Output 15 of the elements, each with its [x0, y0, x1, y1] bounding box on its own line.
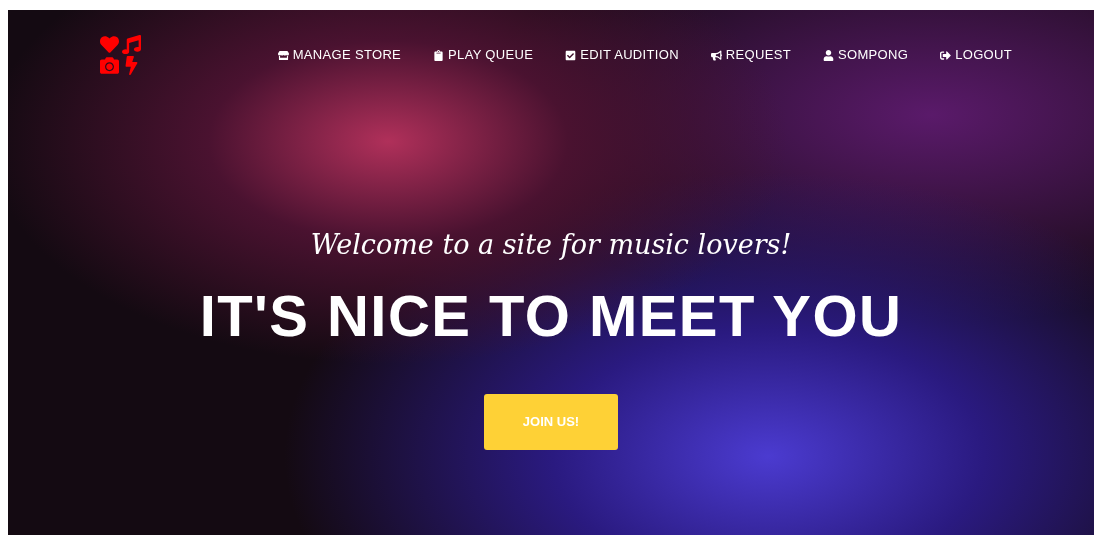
checkbox-icon: [565, 49, 577, 61]
logo-drawing[interactable]: [100, 35, 142, 75]
nav-link[interactable]: LOGOUT: [940, 45, 1012, 65]
user-icon: [822, 49, 834, 61]
nav-link[interactable]: SOMPONG: [822, 45, 909, 65]
sign-out-icon: [940, 49, 952, 61]
nav-link[interactable]: MANAGE STORE: [277, 45, 402, 65]
nav-link[interactable]: EDIT AUDITION: [565, 45, 679, 65]
nav-link[interactable]: REQUEST: [710, 45, 791, 65]
megaphone-icon: [710, 49, 722, 61]
nav-link[interactable]: PLAY QUEUE: [433, 45, 534, 65]
store-icon: [277, 49, 289, 61]
clipboard-icon: [433, 49, 445, 61]
hero-title: IT'S NICE TO MEET YOU: [199, 281, 903, 350]
hero-subtitle: Welcome to a site for music lovers!: [310, 228, 792, 262]
